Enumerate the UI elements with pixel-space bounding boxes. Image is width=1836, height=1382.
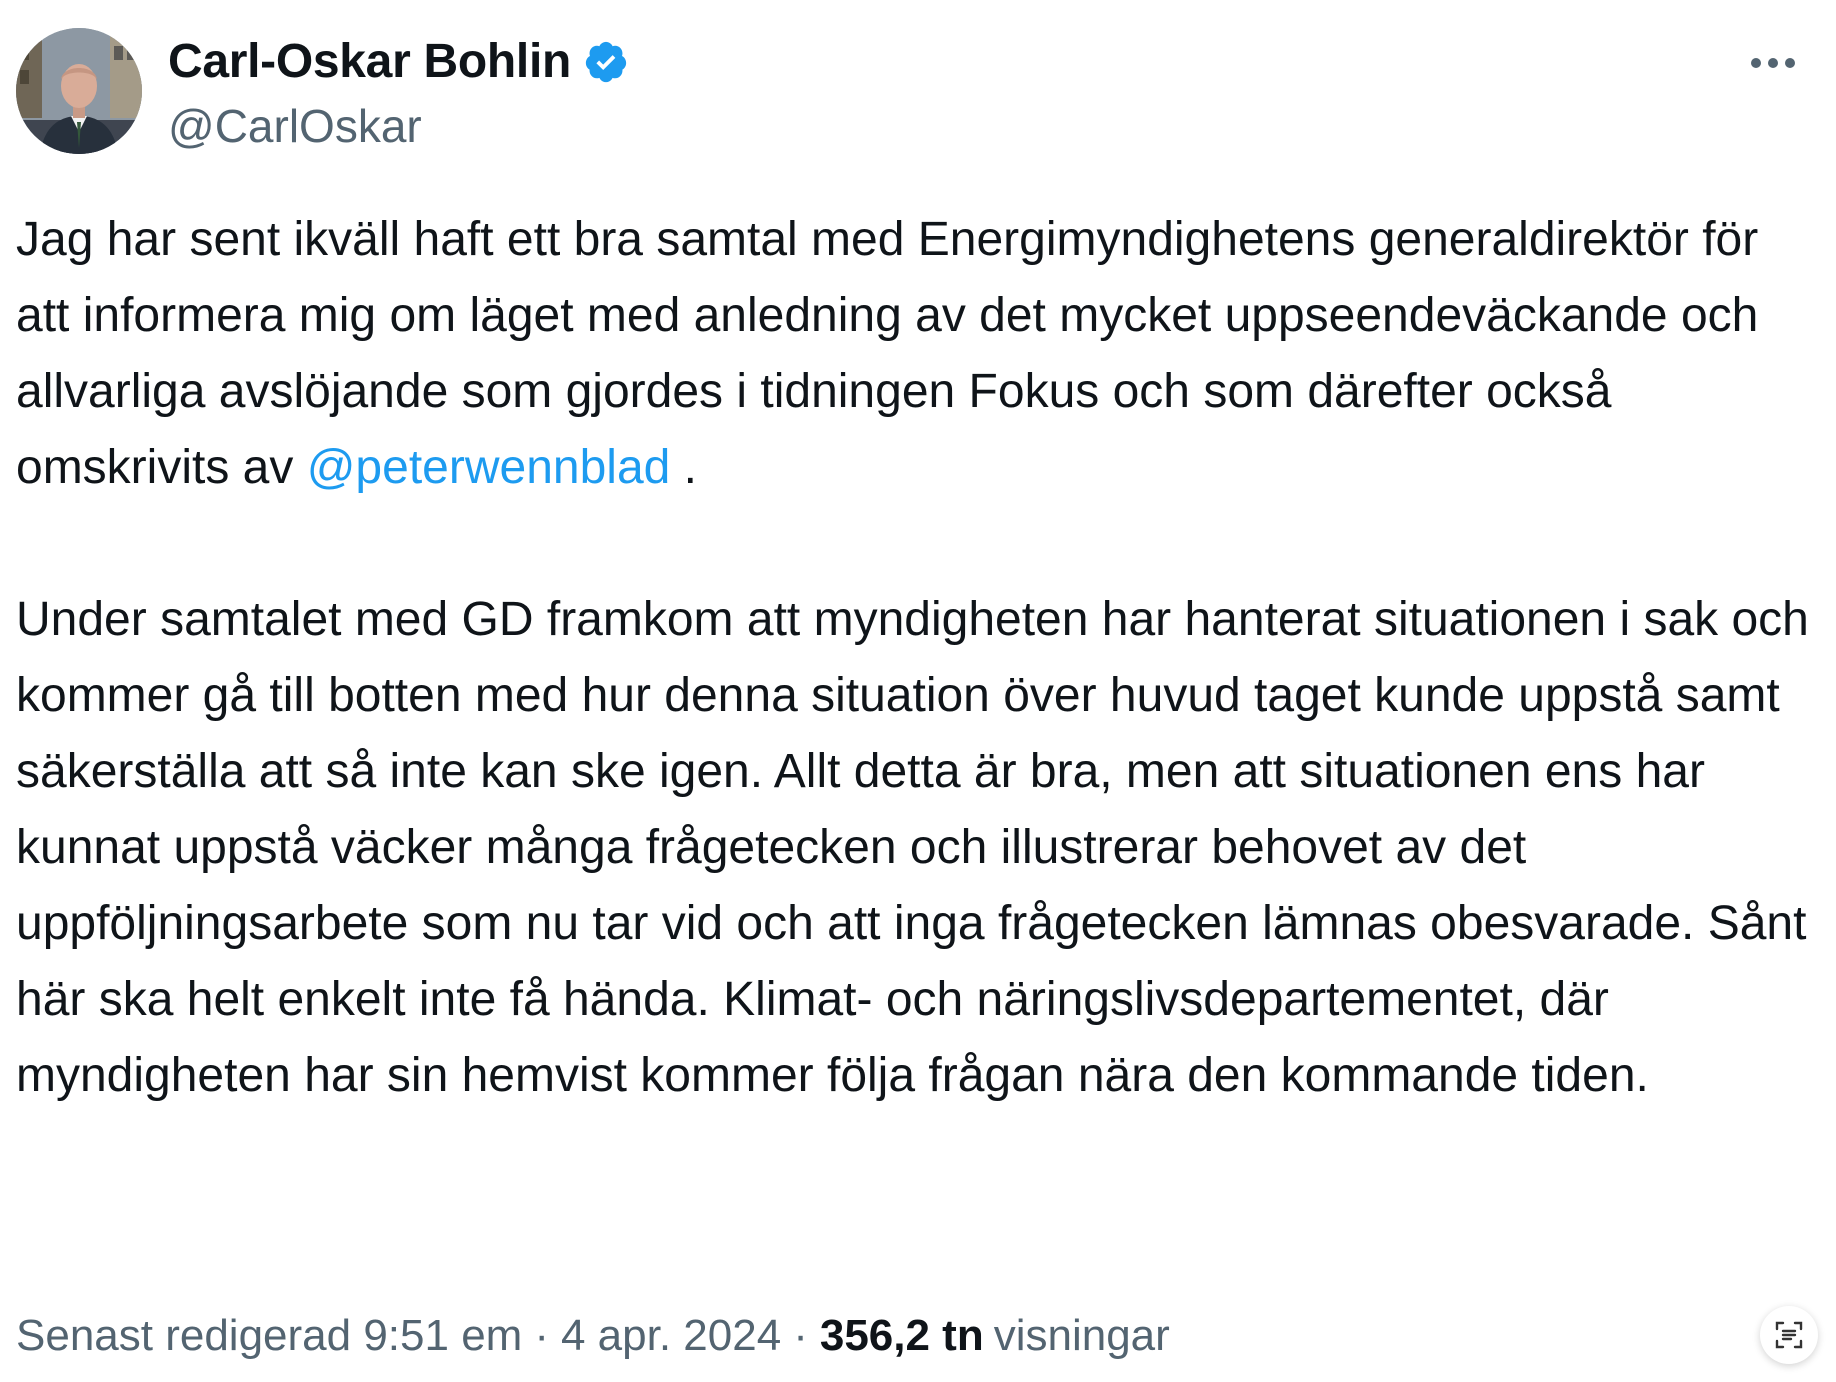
more-options-button[interactable] [1738,28,1808,98]
tweet-paragraph-1: Jag har sent ikväll haft ett bra samtal … [16,202,1816,506]
text-scan-icon [1775,1321,1803,1349]
meta-separator: · [534,1311,549,1360]
views-label: visningar [993,1311,1170,1360]
tweet-text: Jag har sent ikväll haft ett bra samtal … [16,202,1816,1114]
tweet-header: Carl-Oskar Bohlin @CarlOskar [16,28,1816,158]
author-handle[interactable]: @CarlOskar [168,96,631,156]
mention-link[interactable]: @peterwennblad [307,441,671,494]
tweet: Carl-Oskar Bohlin @CarlOskar Jag har sen… [0,0,1836,1382]
more-options-icon [1751,58,1795,68]
meta-separator-2: · [793,1311,808,1360]
tweet-paragraph-1-end: . [670,441,698,494]
name-row: Carl-Oskar Bohlin [168,30,631,94]
avatar-photo-icon [16,28,142,154]
tweet-date[interactable]: 4 apr. 2024 [561,1311,781,1361]
tweet-paragraph-2: Under samtalet med GD framkom att myndig… [16,593,1809,1102]
avatar[interactable] [16,28,142,154]
tweet-meta: Senast redigerad 9:51 em · 4 apr. 2024 ·… [16,1306,1170,1366]
tweet-paragraph-1-text-cont: omskrivits av [16,441,307,494]
text-scan-button[interactable] [1760,1306,1818,1364]
author-block: Carl-Oskar Bohlin @CarlOskar [168,30,631,156]
tweet-paragraph-1-text: Jag har sent ikväll haft ett bra samtal … [16,213,1759,418]
edited-timestamp[interactable]: Senast redigerad 9:51 em [16,1311,522,1361]
verified-badge-icon[interactable] [581,37,631,87]
views-count: 356,2 tn [819,1311,984,1360]
author-display-name[interactable]: Carl-Oskar Bohlin [168,30,571,94]
